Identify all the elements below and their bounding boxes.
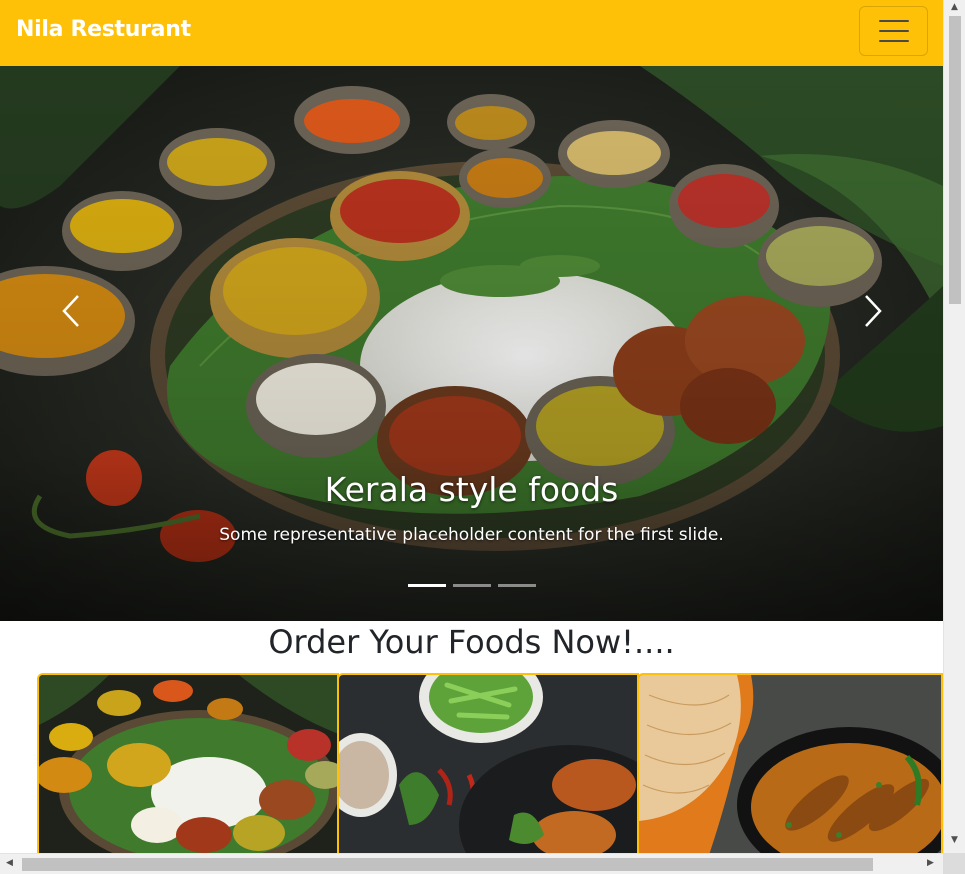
carousel-indicator-1[interactable] xyxy=(408,584,446,587)
chevron-right-icon xyxy=(865,295,882,327)
carousel-indicator-2[interactable] xyxy=(453,584,491,587)
scroll-down-icon[interactable]: ▼ xyxy=(951,836,958,845)
navbar-toggler-button[interactable] xyxy=(859,6,928,56)
fish-curry-flatbread-image xyxy=(639,675,941,853)
carousel-next-button[interactable] xyxy=(842,276,902,346)
horizontal-scroll-thumb[interactable] xyxy=(22,858,873,871)
scroll-left-icon[interactable]: ◀ xyxy=(6,859,13,868)
navbar-brand[interactable]: Nila Resturant xyxy=(16,17,191,42)
scrollbar-corner xyxy=(943,853,965,874)
navbar: Nila Resturant xyxy=(0,0,943,66)
vertical-scroll-thumb[interactable] xyxy=(949,16,961,304)
beans-chicken-image xyxy=(339,675,637,853)
horizontal-scrollbar[interactable]: ◀ ▶ xyxy=(0,853,943,874)
food-card-3[interactable] xyxy=(637,673,943,853)
carousel-indicator-3[interactable] xyxy=(498,584,536,587)
carousel-prev-button[interactable] xyxy=(42,276,102,346)
scroll-right-icon[interactable]: ▶ xyxy=(927,859,934,868)
kerala-thali-image xyxy=(39,675,337,853)
carousel-caption-title: Kerala style foods xyxy=(324,470,619,509)
carousel-indicators xyxy=(408,584,536,588)
scroll-up-icon[interactable]: ▲ xyxy=(951,3,958,12)
hero-carousel: Kerala style foods Some representative p… xyxy=(0,66,943,621)
food-cards-row xyxy=(37,673,943,853)
food-card-1[interactable] xyxy=(37,673,339,853)
food-card-2[interactable] xyxy=(337,673,639,853)
chevron-left-icon xyxy=(62,295,79,327)
order-section-title: Order Your Foods Now!.... xyxy=(268,623,675,661)
carousel-caption-text: Some representative placeholder content … xyxy=(219,525,724,545)
page-viewport: Nila Resturant Kerala style foods Some r… xyxy=(0,0,943,853)
vertical-scrollbar[interactable]: ▲ ▼ xyxy=(943,0,965,853)
